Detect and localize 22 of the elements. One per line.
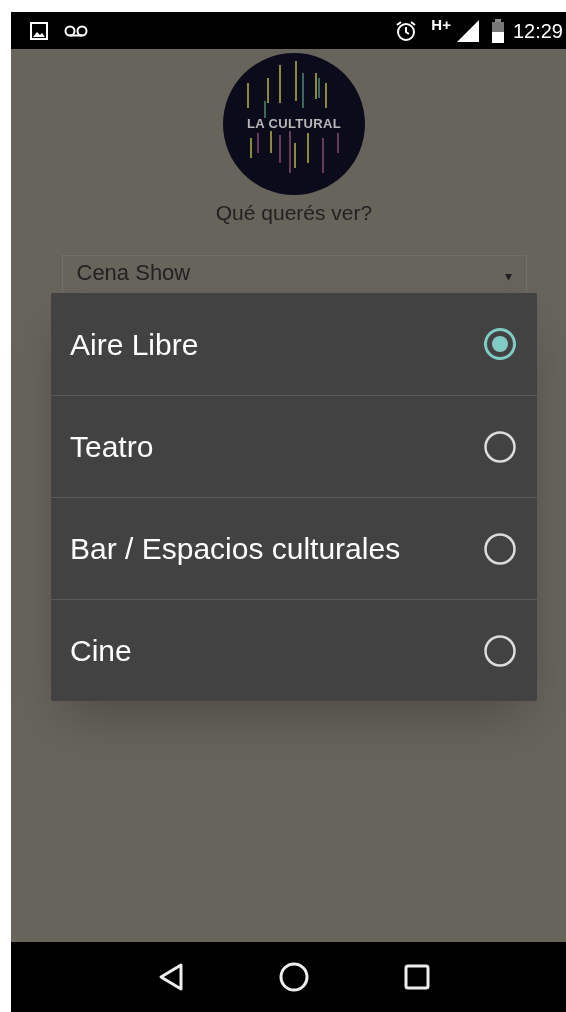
voicemail-icon	[64, 24, 88, 37]
radio-button[interactable]	[483, 429, 517, 464]
dropdown-arrow: ▾	[504, 267, 512, 284]
picture-icon	[30, 21, 48, 40]
recents-icon[interactable]	[403, 964, 430, 990]
home-icon[interactable]	[279, 962, 309, 992]
back-icon[interactable]	[158, 962, 185, 992]
spinner-value: Cena Show	[76, 259, 191, 286]
signal-icon	[456, 19, 479, 42]
option-item[interactable]: Teatro	[51, 395, 537, 497]
battery-icon	[490, 18, 505, 43]
radio-button[interactable]	[483, 531, 517, 566]
network-type: H+	[431, 15, 451, 36]
radio-button[interactable]	[483, 327, 517, 361]
alarm-icon	[395, 19, 418, 42]
option-item[interactable]: Aire Libre	[51, 293, 537, 395]
prompt-text: Qué querés ver?	[215, 200, 373, 226]
option-item[interactable]: Cine	[51, 599, 537, 701]
logo-text: LA CULTURAL	[247, 115, 341, 134]
option-item[interactable]: Bar / Espacios culturales	[51, 497, 537, 599]
radio-button[interactable]	[483, 633, 517, 668]
clock-time: 12:29	[512, 18, 563, 44]
